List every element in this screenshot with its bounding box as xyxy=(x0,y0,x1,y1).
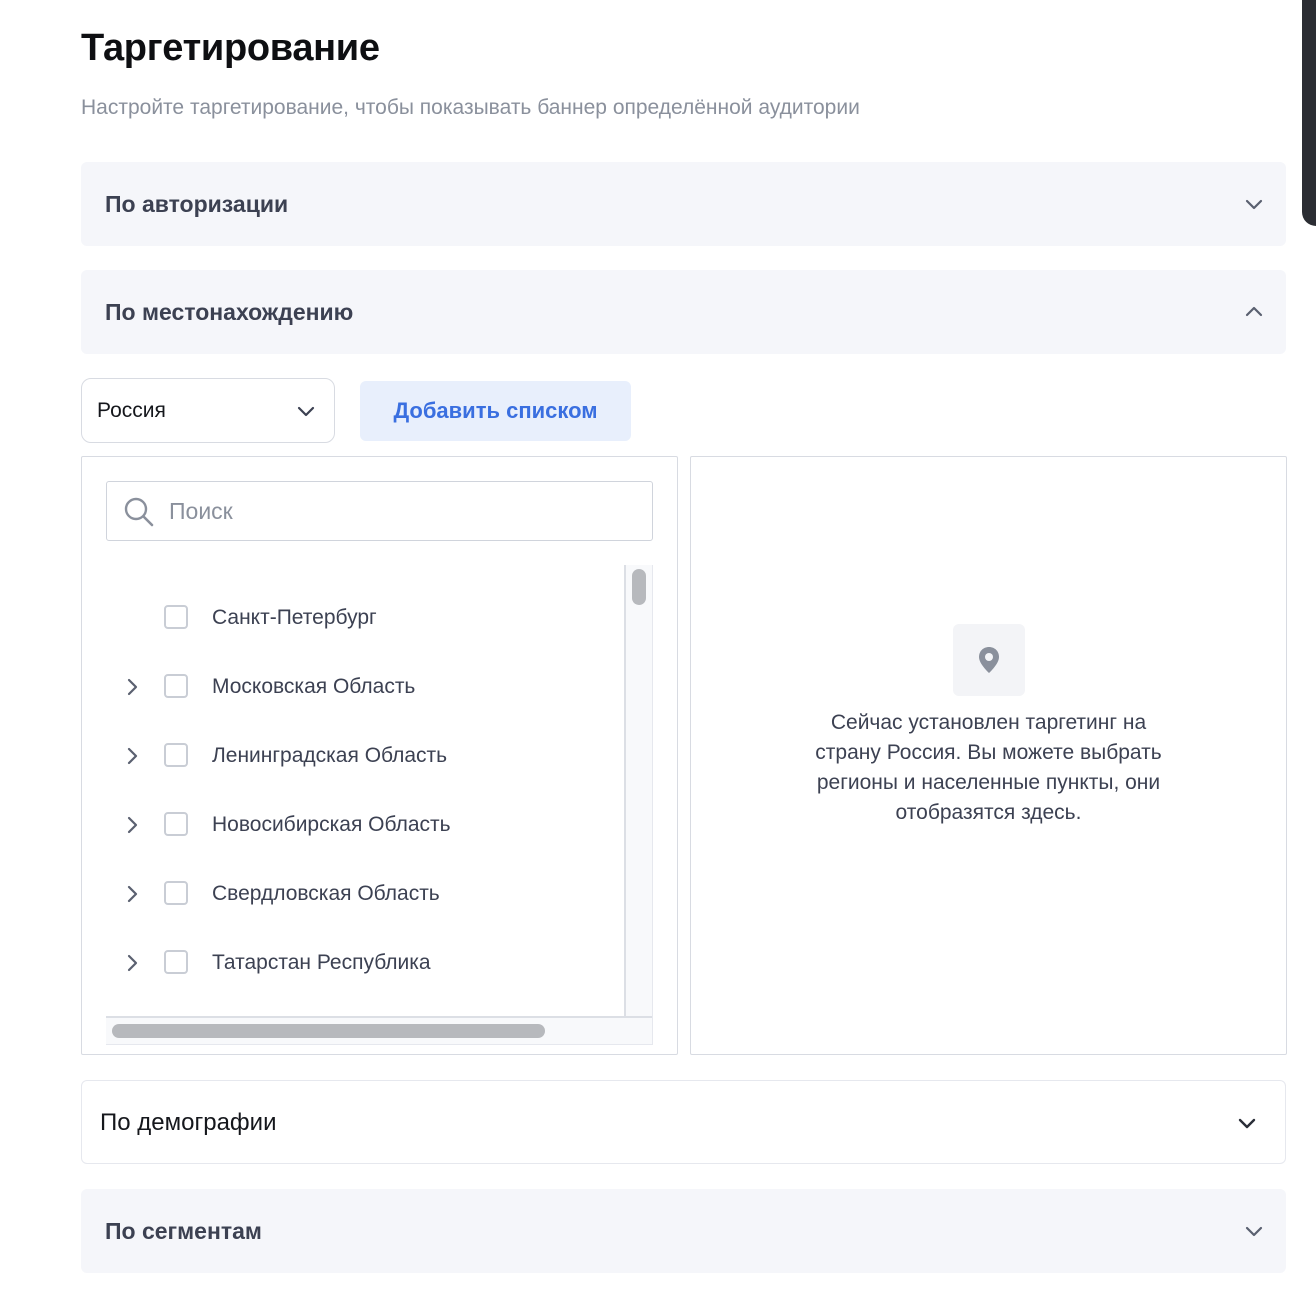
section-location-label: По местонахождению xyxy=(105,299,354,325)
chevron-up-icon xyxy=(1245,306,1263,317)
add-list-button[interactable]: Добавить списком xyxy=(360,381,631,441)
region-picker-panel: Поиск Санкт-Петербург Московская Область… xyxy=(81,456,678,1055)
chevron-down-icon xyxy=(1245,1226,1263,1237)
chevron-right-icon[interactable] xyxy=(120,744,144,768)
page-title: Таргетирование xyxy=(81,27,380,69)
section-demography[interactable]: По демографии xyxy=(81,1080,1286,1164)
country-select[interactable]: Россия xyxy=(81,378,335,443)
horizontal-scrollbar-thumb[interactable] xyxy=(112,1024,545,1038)
region-checkbox[interactable] xyxy=(164,743,188,767)
targeting-page: Таргетирование Настройте таргетирование,… xyxy=(0,0,1316,1316)
tree-row-sverdlovsk-oblast: Свердловская Область xyxy=(106,869,621,919)
region-checkbox[interactable] xyxy=(164,605,188,629)
chevron-right-icon[interactable] xyxy=(120,813,144,837)
window-edge xyxy=(1302,0,1316,226)
region-label: Татарстан Республика xyxy=(212,951,431,974)
vertical-scrollbar-thumb[interactable] xyxy=(632,569,646,605)
section-authorization-label: По авторизации xyxy=(105,191,289,217)
page-subtitle: Настройте таргетирование, чтобы показыва… xyxy=(81,96,860,119)
empty-state-text: Сейчас установлен таргетинг на страну Ро… xyxy=(815,711,1162,824)
region-checkbox[interactable] xyxy=(164,950,188,974)
horizontal-scrollbar[interactable] xyxy=(106,1016,652,1044)
tree-row-novosibirsk-oblast: Новосибирская Область xyxy=(106,800,621,850)
vertical-scrollbar[interactable] xyxy=(624,565,652,1017)
chevron-down-icon xyxy=(1238,1118,1256,1129)
chevron-down-icon xyxy=(1245,199,1263,210)
section-demography-label: По демографии xyxy=(100,1109,277,1136)
section-segments[interactable]: По сегментам xyxy=(81,1189,1286,1273)
chevron-right-icon[interactable] xyxy=(120,951,144,975)
tree-row-leningrad-oblast: Ленинградская Область xyxy=(106,731,621,781)
region-label: Свердловская Область xyxy=(212,882,440,905)
country-select-value: Россия xyxy=(97,399,166,422)
search-placeholder: Поиск xyxy=(169,498,233,524)
region-checkbox[interactable] xyxy=(164,881,188,905)
tree-row-moscow-oblast: Московская Область xyxy=(106,662,621,712)
region-search-input[interactable]: Поиск xyxy=(106,481,653,541)
chevron-right-icon[interactable] xyxy=(120,882,144,906)
chevron-down-icon xyxy=(297,406,315,417)
region-checkbox[interactable] xyxy=(164,812,188,836)
location-pin-icon xyxy=(979,647,999,673)
section-location[interactable]: По местонахождению xyxy=(81,270,1286,354)
section-segments-label: По сегментам xyxy=(105,1218,262,1244)
region-tree: Санкт-Петербург Московская Область Ленин… xyxy=(106,565,653,1045)
search-icon xyxy=(124,497,154,527)
region-checkbox[interactable] xyxy=(164,674,188,698)
section-authorization[interactable]: По авторизации xyxy=(81,162,1286,246)
region-label: Московская Область xyxy=(212,675,416,698)
region-label: Санкт-Петербург xyxy=(212,606,377,629)
selected-regions-panel: Сейчас установлен таргетинг на страну Ро… xyxy=(690,456,1287,1055)
region-label: Новосибирская Область xyxy=(212,813,451,836)
tree-row-saint-petersburg: Санкт-Петербург xyxy=(106,593,621,643)
empty-state-icon xyxy=(953,624,1025,696)
chevron-right-icon[interactable] xyxy=(120,675,144,699)
region-label: Ленинградская Область xyxy=(212,744,448,767)
tree-row-tatarstan: Татарстан Республика xyxy=(106,938,621,988)
